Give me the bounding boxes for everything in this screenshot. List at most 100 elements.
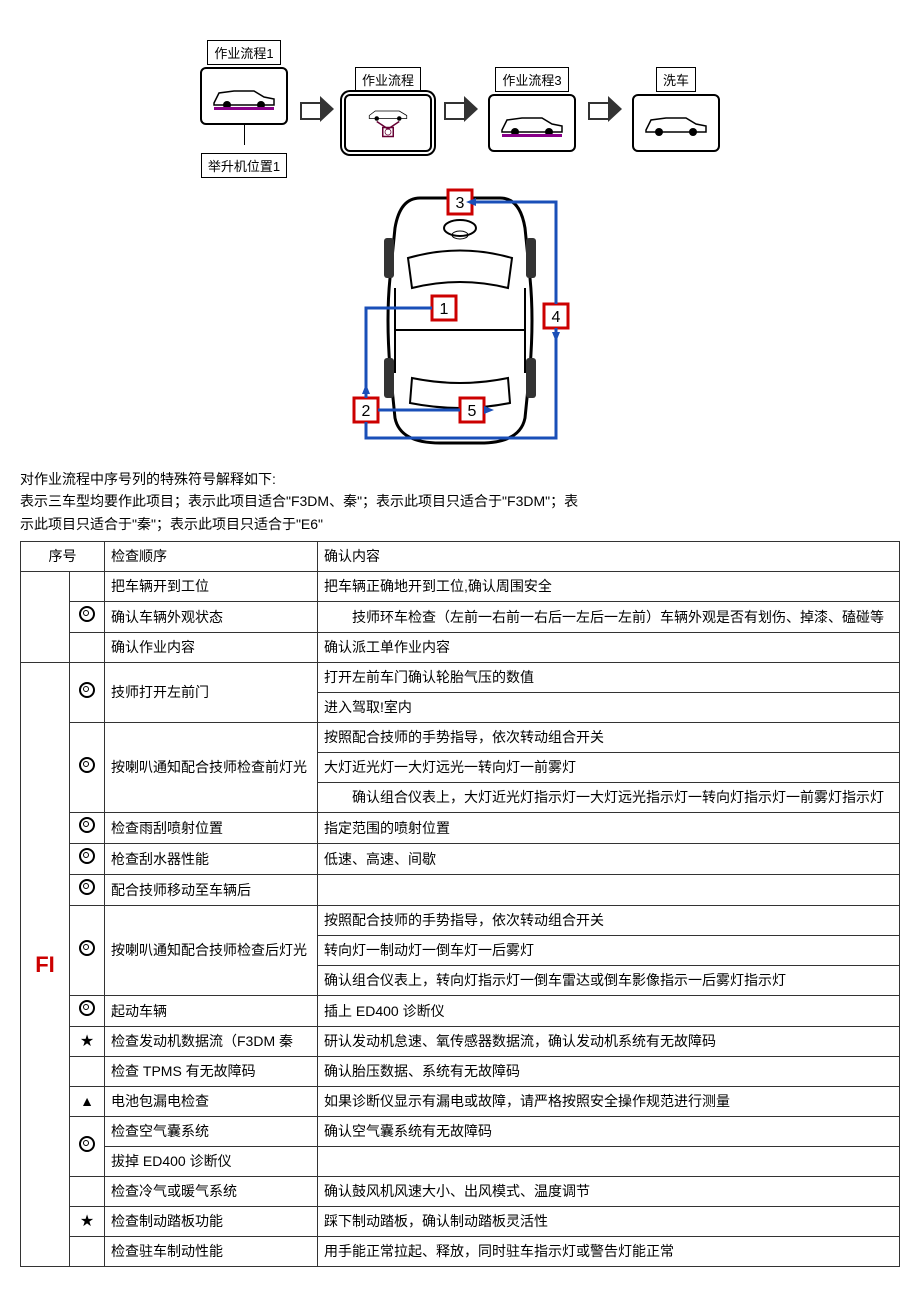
confirm-cell: [318, 875, 900, 906]
circle-icon: [79, 848, 95, 864]
symbol-cell: [70, 906, 105, 996]
confirm-cell: 大灯近光灯一大灯远光一转向灯一前雾灯: [318, 753, 900, 783]
confirm-cell: 确认派工单作业内容: [318, 633, 900, 663]
check-cell: 检查 TPMS 有无故障码: [105, 1057, 318, 1087]
check-cell: 按喇叭通知配合技师检查前灯光: [105, 723, 318, 813]
check-cell: 把车辆开到工位: [105, 572, 318, 602]
symbol-cell: [70, 633, 105, 663]
stage-3-label: 作业流程3: [495, 67, 568, 92]
check-cell: 检查冷气或暖气系统: [105, 1177, 318, 1207]
stage-2-label: 作业流程: [355, 67, 421, 92]
confirm-cell: 确认鼓风机风速大小、出风模式、温度调节: [318, 1177, 900, 1207]
circle-icon: [79, 817, 95, 833]
triangle-icon: ▲: [80, 1094, 94, 1108]
flow-diagram: 作业流程1 举升机位置1 作业流程 作业流程3 洗车: [140, 40, 780, 448]
confirm-cell: 用手能正常拉起、释放，同时驻车指示灯或警告灯能正常: [318, 1237, 900, 1267]
check-cell: 拔掉 ED400 诊断仪: [105, 1147, 318, 1177]
symbol-cell: [70, 875, 105, 906]
table-header-row: 序号 检查顺序 确认内容: [21, 542, 900, 572]
confirm-cell: 转向灯一制动灯一倒车灯一后雾灯: [318, 936, 900, 966]
table-row: 枪查刮水器性能低速、高速、间歇: [21, 844, 900, 875]
confirm-cell: 进入驾取!室内: [318, 693, 900, 723]
seq-cell: [21, 572, 70, 663]
check-cell: 检查驻车制动性能: [105, 1237, 318, 1267]
seq-cell: FI: [21, 663, 70, 1267]
check-cell: 技师打开左前门: [105, 663, 318, 723]
inspection-table: 序号 检查顺序 确认内容 把车辆开到工位把车辆正确地开到工位,确认周围安全确认车…: [20, 541, 900, 1267]
symbol-cell: [70, 813, 105, 844]
stage-3-frame: [488, 94, 576, 152]
table-row: 检查驻车制动性能用手能正常拉起、释放，同时驻车指示灯或警告灯能正常: [21, 1237, 900, 1267]
circle-icon: [79, 606, 95, 622]
table-row: ★ 检查发动机数据流（F3DM 秦研认发动机怠速、氧传感器数据流，确认发动机系统有…: [21, 1027, 900, 1057]
flow-stages: 作业流程1 举升机位置1 作业流程 作业流程3 洗车: [140, 40, 780, 178]
svg-text:4: 4: [552, 309, 561, 326]
confirm-cell: 按照配合技师的手势指导，依次转动组合开关: [318, 723, 900, 753]
table-row: 检查雨刮喷射位置指定范围的喷射位置: [21, 813, 900, 844]
symbol-cell: ▲: [70, 1087, 105, 1117]
confirm-cell: 插上 ED400 诊断仪: [318, 996, 900, 1027]
stage-4-frame: [632, 94, 720, 152]
car-icon: [641, 108, 711, 138]
confirm-cell: 确认空气囊系统有无故障码: [318, 1117, 900, 1147]
table-row: 把车辆开到工位把车辆正确地开到工位,确认周围安全: [21, 572, 900, 602]
stage-1-frame: [200, 67, 288, 125]
confirm-cell: 研认发动机怠速、氧传感器数据流，确认发动机系统有无故障码: [318, 1027, 900, 1057]
svg-text:5: 5: [468, 403, 477, 420]
symbol-cell: [70, 723, 105, 813]
table-row: ▲ 电池包漏电检查如果诊断仪显示有漏电或故障，请严格按照安全操作规范进行测量: [21, 1087, 900, 1117]
confirm-cell: 确认组合仪表上，转向灯指示灯一倒车雷达或倒车影像指示一后雾灯指示灯: [318, 966, 900, 996]
stage-3: 作业流程3: [488, 67, 576, 152]
check-cell: 确认车辆外观状态: [105, 602, 318, 633]
symbol-cell: [70, 663, 105, 723]
circle-icon: [79, 879, 95, 895]
circle-icon: [79, 1000, 95, 1016]
star-icon: ★: [80, 1034, 94, 1050]
check-cell: 确认作业内容: [105, 633, 318, 663]
intro-line: 示此项目只适合于"秦"；表示此项目只适合于"E6": [20, 513, 900, 535]
stage-4: 洗车: [632, 67, 720, 152]
intro-line: 对作业流程中序号列的特殊符号解释如下:: [20, 468, 900, 490]
circle-icon: [79, 757, 95, 773]
table-row: 检查空气囊系统确认空气囊系统有无故障码: [21, 1117, 900, 1147]
car-top-diagram: 1 2 3 4 5: [140, 188, 780, 448]
col-confirm-header: 确认内容: [318, 542, 900, 572]
confirm-cell: 按照配合技师的手势指导，依次转动组合开关: [318, 906, 900, 936]
table-row: 按喇叭通知配合技师检查前灯光按照配合技师的手势指导，依次转动组合开关: [21, 723, 900, 753]
intro-text: 对作业流程中序号列的特殊符号解释如下: 表示三车型均要作此项目；表示此项目适合"…: [20, 468, 900, 535]
col-seq-header: 序号: [21, 542, 105, 572]
table-row: 检查冷气或暖气系统确认鼓风机风速大小、出风模式、温度调节: [21, 1177, 900, 1207]
confirm-cell: 技师环车检查（左前一右前一右后一左后一左前）车辆外观是否有划伤、掉漆、磕碰等: [318, 602, 900, 633]
confirm-cell: 低速、高速、间歇: [318, 844, 900, 875]
car-icon: [209, 81, 279, 111]
check-cell: 电池包漏电检查: [105, 1087, 318, 1117]
confirm-cell: 打开左前车门确认轮胎气压的数值: [318, 663, 900, 693]
table-row: 起动车辆插上 ED400 诊断仪: [21, 996, 900, 1027]
table-row: 确认作业内容确认派工单作业内容: [21, 633, 900, 663]
symbol-cell: [70, 844, 105, 875]
symbol-cell: ★: [70, 1207, 105, 1237]
confirm-cell: 如果诊断仪显示有漏电或故障，请严格按照安全操作规范进行测量: [318, 1087, 900, 1117]
car-top-svg: 1 2 3 4 5: [300, 188, 620, 448]
check-cell: 检查发动机数据流（F3DM 秦: [105, 1027, 318, 1057]
confirm-cell: [318, 1147, 900, 1177]
check-cell: 按喇叭通知配合技师检查后灯光: [105, 906, 318, 996]
check-cell: 检查空气囊系统: [105, 1117, 318, 1147]
arrow-icon: [440, 94, 480, 124]
symbol-cell: [70, 572, 105, 602]
intro-line: 表示三车型均要作此项目；表示此项目适合"F3DM、秦"；表示此项目只适合于"F3…: [20, 490, 900, 512]
symbol-cell: [70, 1237, 105, 1267]
confirm-cell: 指定范围的喷射位置: [318, 813, 900, 844]
stage-4-label: 洗车: [656, 67, 696, 92]
symbol-cell: ★: [70, 1027, 105, 1057]
confirm-cell: 确认胎压数据、系统有无故障码: [318, 1057, 900, 1087]
col-check-header: 检查顺序: [105, 542, 318, 572]
symbol-cell: [70, 602, 105, 633]
confirm-cell: 把车辆正确地开到工位,确认周围安全: [318, 572, 900, 602]
lift-position-label: 举升机位置1: [201, 153, 287, 178]
table-row: 拔掉 ED400 诊断仪: [21, 1147, 900, 1177]
table-row: FI技师打开左前门打开左前车门确认轮胎气压的数值: [21, 663, 900, 693]
symbol-cell: [70, 1177, 105, 1207]
lift-car-icon: [353, 108, 423, 138]
arrow-icon: [584, 94, 624, 124]
